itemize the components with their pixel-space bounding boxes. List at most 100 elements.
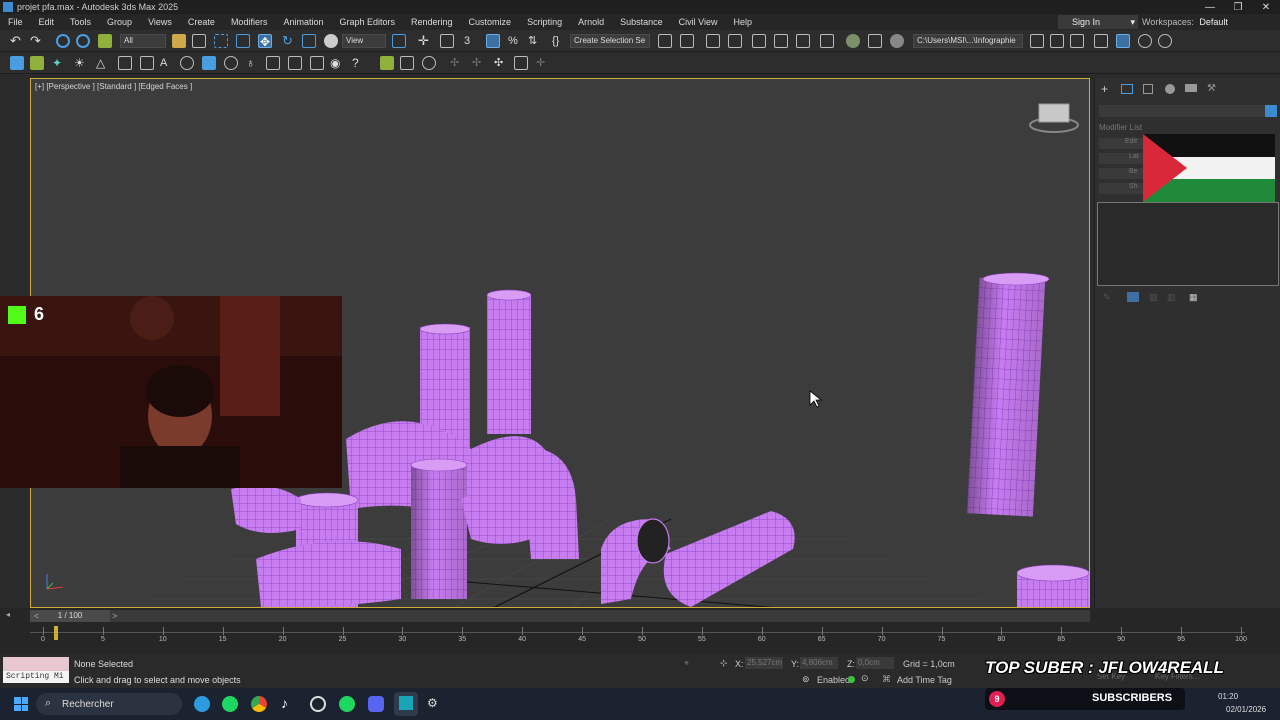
obs-icon[interactable]	[310, 696, 326, 712]
tiktok-icon[interactable]: ♪	[281, 695, 288, 711]
menu-edit[interactable]: Edit	[31, 17, 63, 27]
menu-civil-view[interactable]: Civil View	[671, 17, 726, 27]
snap-toggle-icon[interactable]	[10, 56, 24, 70]
show-end-result-icon[interactable]	[1127, 292, 1139, 302]
menu-customize[interactable]: Customize	[461, 17, 520, 27]
motion-tab-icon[interactable]	[1165, 84, 1175, 94]
menu-scripting[interactable]: Scripting	[519, 17, 570, 27]
menu-views[interactable]: Views	[140, 17, 180, 27]
timeline-ruler[interactable]: 0 5 10 15 20 25 30 35 40 45 50 55 60 65 70 75 80 85 90 95 10…	[30, 626, 1260, 652]
isolate-toggle-icon[interactable]: ⊙	[861, 673, 869, 684]
utilities-tab-icon[interactable]: ⚒	[1207, 84, 1217, 94]
hierarchy-tab-icon[interactable]	[1143, 84, 1153, 94]
time-config-icon[interactable]: ◂	[6, 610, 10, 619]
menu-rendering[interactable]: Rendering	[403, 17, 461, 27]
modifier-list-dropdown[interactable]: Modifier List	[1099, 123, 1142, 132]
spinner-snap-icon[interactable]: ⇅	[528, 34, 542, 48]
bulb-icon[interactable]: ♁	[246, 56, 260, 70]
y-coordinate-field[interactable]: 4,806cm	[800, 657, 838, 669]
time-tag-icon[interactable]: ⌘	[882, 674, 891, 685]
particle-icon[interactable]: ✣	[494, 56, 508, 70]
edge-icon[interactable]	[194, 696, 210, 712]
menu-help[interactable]: Help	[725, 17, 760, 27]
frame-indicator[interactable]: 1 / 100	[30, 610, 110, 622]
environment-icon[interactable]	[224, 56, 238, 70]
sign-in-button[interactable]: Sign In ▾	[1058, 15, 1138, 29]
lock-selection-icon[interactable]: ⌖	[684, 658, 689, 669]
viewcube-icon[interactable]	[1029, 103, 1079, 133]
project-folder-icon[interactable]	[1070, 34, 1084, 48]
info-icon[interactable]	[422, 56, 436, 70]
close-button[interactable]: ✕	[1252, 2, 1280, 13]
asset-tracking-icon[interactable]	[1094, 34, 1108, 48]
object-color-swatch[interactable]	[1265, 105, 1277, 117]
remove-modifier-icon[interactable]: ▥	[1167, 292, 1176, 303]
light-icon[interactable]: ✦	[52, 56, 66, 70]
reference-coordinate-dropdown[interactable]: View	[342, 34, 386, 48]
render-production-icon[interactable]	[890, 34, 904, 48]
cone-icon[interactable]: △	[96, 56, 110, 70]
tree-icon[interactable]	[380, 56, 394, 70]
angle-snap-icon[interactable]	[486, 34, 500, 48]
link-icon[interactable]	[56, 34, 70, 48]
percent-snap-icon[interactable]: %	[508, 34, 522, 48]
object-name-field[interactable]	[1099, 105, 1277, 117]
menu-substance[interactable]: Substance	[612, 17, 671, 27]
material-icon[interactable]	[202, 56, 216, 70]
curve-editor-icon[interactable]	[774, 34, 788, 48]
create-tab-icon[interactable]: +	[1101, 83, 1111, 95]
mirror-icon[interactable]	[658, 34, 672, 48]
adaptive-degradation-icon[interactable]: ⊚	[802, 674, 810, 685]
sun-icon[interactable]: ☀	[74, 56, 88, 70]
workspaces-selector[interactable]: Workspaces: Default	[1142, 15, 1278, 29]
pin-stack-icon[interactable]: ✎	[1103, 292, 1111, 303]
z-coordinate-field[interactable]: 0,0cm	[856, 657, 894, 669]
box-icon[interactable]	[266, 56, 280, 70]
modify-tab-icon[interactable]	[1121, 84, 1133, 94]
place-icon[interactable]	[324, 34, 338, 48]
transform-type-in-icon[interactable]: ⊹	[720, 658, 728, 669]
grid-icon[interactable]	[30, 56, 44, 70]
snap-3d-icon[interactable]: 3	[464, 34, 478, 48]
undo-icon[interactable]: ↶	[10, 34, 24, 48]
schematic-view-icon[interactable]	[796, 34, 810, 48]
modifier-stack[interactable]	[1097, 202, 1279, 286]
x-coordinate-field[interactable]: 25,527cm	[745, 657, 783, 669]
menu-arnold[interactable]: Arnold	[570, 17, 612, 27]
menu-animation[interactable]: Animation	[275, 17, 331, 27]
redo-icon[interactable]: ↷	[30, 34, 44, 48]
menu-modifiers[interactable]: Modifiers	[223, 17, 276, 27]
frame-slider[interactable]: 1 / 100 < >	[30, 610, 1090, 622]
menu-tools[interactable]: Tools	[62, 17, 99, 27]
camera-icon[interactable]	[118, 56, 132, 70]
rotate-icon[interactable]: ↻	[282, 34, 296, 48]
menu-graph-editors[interactable]: Graph Editors	[331, 17, 403, 27]
minimize-button[interactable]: —	[1196, 2, 1224, 13]
viewport-config-icon[interactable]	[514, 56, 528, 70]
modifier-button[interactable]: Edit	[1099, 138, 1147, 149]
scene-explorer-icon[interactable]	[706, 34, 720, 48]
transform-gizmo-icon[interactable]: ✛	[418, 34, 432, 48]
nav-icon[interactable]: ✢	[450, 56, 464, 70]
unique-icon[interactable]: ▥	[1149, 292, 1158, 303]
save-file-icon[interactable]	[1050, 34, 1064, 48]
arrows-icon[interactable]: ✛	[536, 56, 550, 70]
list-icon[interactable]	[400, 56, 414, 70]
menu-file[interactable]: File	[0, 17, 31, 27]
pivot-center-icon[interactable]	[392, 34, 406, 48]
active-shade-icon[interactable]	[1116, 34, 1130, 48]
select-and-move-icon[interactable]: ✥	[258, 34, 272, 49]
material-editor-icon[interactable]	[820, 34, 834, 48]
plane-icon[interactable]	[288, 56, 302, 70]
named-selection-dropdown[interactable]: Create Selection Se	[570, 34, 650, 48]
time-cursor[interactable]	[54, 626, 58, 640]
modifier-button[interactable]: Be	[1099, 168, 1147, 179]
eye-icon[interactable]: ◉	[330, 56, 344, 70]
grid-helper-icon[interactable]	[310, 56, 324, 70]
bind-space-warp-icon[interactable]	[98, 34, 112, 48]
orbit-icon[interactable]: ✢	[472, 56, 486, 70]
windows-start-icon[interactable]	[14, 697, 28, 711]
helper-icon[interactable]	[140, 56, 154, 70]
help-icon[interactable]: ?	[352, 56, 366, 70]
maxscript-input[interactable]: Scripting Mi	[3, 671, 69, 683]
